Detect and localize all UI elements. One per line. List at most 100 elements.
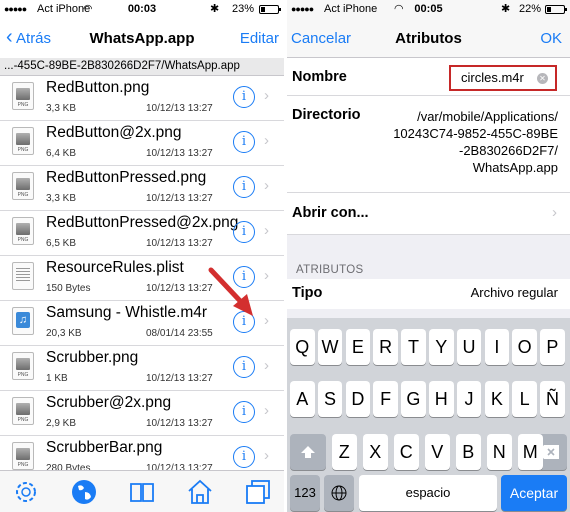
accept-key[interactable]: Aceptar [501,475,567,511]
image-file-icon: PNG [12,442,34,470]
directory-row: Directorio /var/mobile/Applications/ 102… [287,96,570,193]
key-u[interactable]: U [456,329,482,365]
key-s[interactable]: S [317,381,343,417]
space-key[interactable]: espacio [359,475,497,511]
file-row[interactable]: PNG RedButtonPressed@2x.png 6,5 KB 10/12/13… [0,211,284,256]
book-icon[interactable] [128,478,156,506]
windows-icon[interactable] [244,478,272,506]
info-icon[interactable]: i [233,86,255,108]
file-name: Samsung - Whistle.m4r [46,304,208,321]
tab-bar [0,470,284,512]
edit-button[interactable]: Editar [240,30,279,47]
key-t[interactable]: T [401,329,426,365]
key-e[interactable]: E [345,329,371,365]
key-w[interactable]: W [317,329,343,365]
key-o[interactable]: O [512,329,537,365]
battery-percent: 23% [232,3,255,15]
file-row[interactable]: PNG Scrubber@2x.png 2,9 KB 10/12/13 13:27 i › [0,391,284,436]
image-file-icon: PNG [12,82,34,110]
chevron-right-icon: › [264,357,269,374]
file-row[interactable]: ♫ Samsung - Whistle.m4r 20,3 KB 08/01/14 23… [0,301,284,346]
file-name: Scrubber.png [46,349,139,366]
bluetooth-icon: ✱ [501,3,511,15]
key-q[interactable]: Q [290,329,315,365]
file-name: RedButtonPressed@2x.png [46,214,239,231]
key-p[interactable]: P [540,329,565,365]
globe-icon[interactable] [70,478,98,506]
name-field-value: circles.m4r [461,70,524,85]
key-l[interactable]: L [512,381,537,417]
key-h[interactable]: H [429,381,454,417]
info-icon[interactable]: i [233,311,255,333]
type-row: Tipo Archivo regular [287,279,570,309]
key-g[interactable]: G [401,381,426,417]
file-date: 10/12/13 13:27 [146,148,213,159]
clear-text-icon[interactable]: ✕ [537,73,548,84]
key-m[interactable]: M [518,434,543,470]
language-key[interactable] [324,475,354,511]
file-row[interactable]: PNG Scrubber.png 1 KB 10/12/13 13:27 i › [0,346,284,391]
chevron-right-icon: › [264,267,269,284]
shift-key[interactable] [290,434,326,470]
file-row[interactable]: PNG RedButtonPressed.png 3,3 KB 10/12/13 13… [0,166,284,211]
key-f[interactable]: F [373,381,398,417]
numbers-key[interactable]: 123 [290,475,320,511]
navigation-bar: Cancelar Atributos OK [287,20,570,58]
image-file-icon: PNG [12,352,34,380]
key-j[interactable]: J [456,381,482,417]
path-breadcrumb: ...-455C-89BE-2B830266D2F7/WhatsApp.app [0,58,284,76]
image-file-icon: PNG [12,397,34,425]
file-list: PNG RedButton.png 3,3 KB 10/12/13 13:27 i › PN… [0,76,284,481]
directory-line: /var/mobile/Applications/ [417,109,558,124]
key-a[interactable]: A [290,381,315,417]
info-icon[interactable]: i [233,401,255,423]
key-d[interactable]: D [345,381,371,417]
file-row[interactable]: PNG RedButton@2x.png 6,4 KB 10/12/13 13:27 i… [0,121,284,166]
file-date: 10/12/13 13:27 [146,283,213,294]
key-n[interactable]: N [487,434,512,470]
directory-line: 10243C74-9852-455C-89BE [393,126,558,141]
file-date: 10/12/13 13:27 [146,373,213,384]
file-name: RedButton.png [46,79,150,96]
type-label: Tipo [292,285,323,301]
document-file-icon [12,262,34,290]
info-icon[interactable]: i [233,131,255,153]
image-file-icon: PNG [12,217,34,245]
info-icon[interactable]: i [233,221,255,243]
key-y[interactable]: Y [429,329,454,365]
file-size: 3,3 KB [46,193,77,204]
info-icon[interactable]: i [233,176,255,198]
info-icon[interactable]: i [233,266,255,288]
file-row[interactable]: ResourceRules.plist 150 Bytes 10/12/13 13:… [0,256,284,301]
key-b[interactable]: B [456,434,481,470]
page-title: Atributos [395,30,462,47]
name-label: Nombre [292,69,347,85]
file-size: 2,9 KB [46,418,77,429]
gear-icon[interactable] [12,478,40,506]
chevron-right-icon: › [264,132,269,149]
key-k[interactable]: K [484,381,510,417]
key-x[interactable]: X [363,434,388,470]
status-bar: ●●●●● Act iPhone ◠ 00:03 ✱ 23% [0,0,284,20]
file-name: Scrubber@2x.png [46,394,172,411]
chevron-right-icon: › [264,447,269,464]
chevron-right-icon: › [552,204,557,221]
section-title: ATRIBUTOS [296,264,364,276]
file-row[interactable]: PNG RedButton.png 3,3 KB 10/12/13 13:27 i › [0,76,284,121]
key-r[interactable]: R [373,329,398,365]
key-v[interactable]: V [425,434,450,470]
info-icon[interactable]: i [233,446,255,468]
name-field[interactable]: circles.m4r ✕ [449,65,557,91]
chevron-right-icon: › [264,312,269,329]
file-size: 1 KB [46,373,68,384]
ok-button[interactable]: OK [540,30,562,47]
key-c[interactable]: C [394,434,419,470]
key-ñ[interactable]: Ñ [540,381,565,417]
home-icon[interactable] [186,478,214,506]
battery-icon [545,5,567,14]
key-i[interactable]: I [484,329,510,365]
file-date: 08/01/14 23:55 [146,328,213,339]
open-with-row[interactable]: Abrir con... › [287,193,570,235]
info-icon[interactable]: i [233,356,255,378]
key-z[interactable]: Z [332,434,357,470]
